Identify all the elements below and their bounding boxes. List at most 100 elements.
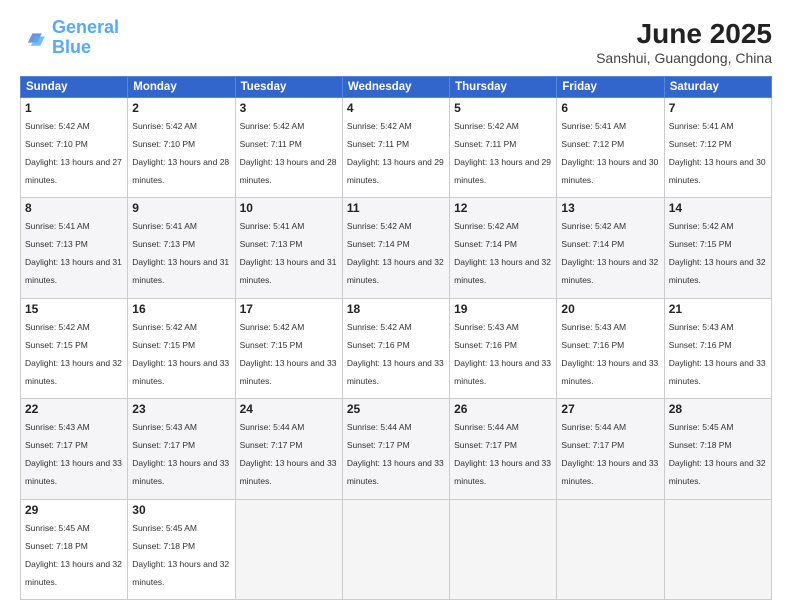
day-info: Sunrise: 5:41 AMSunset: 7:13 PMDaylight:…: [25, 221, 122, 285]
table-row: 28 Sunrise: 5:45 AMSunset: 7:18 PMDaylig…: [664, 399, 771, 499]
table-row: 11 Sunrise: 5:42 AMSunset: 7:14 PMDaylig…: [342, 198, 449, 298]
day-number: 23: [132, 402, 230, 416]
table-row: 7 Sunrise: 5:41 AMSunset: 7:12 PMDayligh…: [664, 98, 771, 198]
calendar-week-row: 22 Sunrise: 5:43 AMSunset: 7:17 PMDaylig…: [21, 399, 772, 499]
header: General Blue June 2025 Sanshui, Guangdon…: [20, 18, 772, 66]
day-info: Sunrise: 5:42 AMSunset: 7:15 PMDaylight:…: [669, 221, 766, 285]
table-row: 26 Sunrise: 5:44 AMSunset: 7:17 PMDaylig…: [450, 399, 557, 499]
table-row: 23 Sunrise: 5:43 AMSunset: 7:17 PMDaylig…: [128, 399, 235, 499]
day-number: 28: [669, 402, 767, 416]
month-title: June 2025: [596, 18, 772, 50]
day-number: 22: [25, 402, 123, 416]
logo-line1: General: [52, 17, 119, 37]
day-number: 18: [347, 302, 445, 316]
table-row: 20 Sunrise: 5:43 AMSunset: 7:16 PMDaylig…: [557, 298, 664, 398]
day-info: Sunrise: 5:42 AMSunset: 7:11 PMDaylight:…: [240, 121, 337, 185]
day-info: Sunrise: 5:42 AMSunset: 7:14 PMDaylight:…: [561, 221, 658, 285]
title-block: June 2025 Sanshui, Guangdong, China: [596, 18, 772, 66]
table-row: 8 Sunrise: 5:41 AMSunset: 7:13 PMDayligh…: [21, 198, 128, 298]
day-number: 25: [347, 402, 445, 416]
header-thursday: Thursday: [450, 77, 557, 98]
logo-text: General Blue: [52, 18, 119, 58]
day-info: Sunrise: 5:42 AMSunset: 7:15 PMDaylight:…: [132, 322, 229, 386]
table-row: 4 Sunrise: 5:42 AMSunset: 7:11 PMDayligh…: [342, 98, 449, 198]
table-row: 9 Sunrise: 5:41 AMSunset: 7:13 PMDayligh…: [128, 198, 235, 298]
day-info: Sunrise: 5:41 AMSunset: 7:13 PMDaylight:…: [132, 221, 229, 285]
day-info: Sunrise: 5:45 AMSunset: 7:18 PMDaylight:…: [669, 422, 766, 486]
table-row: 19 Sunrise: 5:43 AMSunset: 7:16 PMDaylig…: [450, 298, 557, 398]
table-row: 22 Sunrise: 5:43 AMSunset: 7:17 PMDaylig…: [21, 399, 128, 499]
day-info: Sunrise: 5:45 AMSunset: 7:18 PMDaylight:…: [25, 523, 122, 587]
day-number: 8: [25, 201, 123, 215]
day-info: Sunrise: 5:43 AMSunset: 7:16 PMDaylight:…: [454, 322, 551, 386]
table-row: 25 Sunrise: 5:44 AMSunset: 7:17 PMDaylig…: [342, 399, 449, 499]
location: Sanshui, Guangdong, China: [596, 50, 772, 66]
day-number: 14: [669, 201, 767, 215]
table-row: 5 Sunrise: 5:42 AMSunset: 7:11 PMDayligh…: [450, 98, 557, 198]
day-info: Sunrise: 5:44 AMSunset: 7:17 PMDaylight:…: [561, 422, 658, 486]
day-number: 5: [454, 101, 552, 115]
day-number: 21: [669, 302, 767, 316]
empty-cell: [557, 499, 664, 599]
calendar-week-row: 1 Sunrise: 5:42 AMSunset: 7:10 PMDayligh…: [21, 98, 772, 198]
day-number: 11: [347, 201, 445, 215]
header-friday: Friday: [557, 77, 664, 98]
day-info: Sunrise: 5:43 AMSunset: 7:17 PMDaylight:…: [132, 422, 229, 486]
table-row: 29 Sunrise: 5:45 AMSunset: 7:18 PMDaylig…: [21, 499, 128, 599]
day-info: Sunrise: 5:42 AMSunset: 7:10 PMDaylight:…: [25, 121, 122, 185]
weekday-header-row: Sunday Monday Tuesday Wednesday Thursday…: [21, 77, 772, 98]
day-info: Sunrise: 5:44 AMSunset: 7:17 PMDaylight:…: [454, 422, 551, 486]
day-info: Sunrise: 5:44 AMSunset: 7:17 PMDaylight:…: [347, 422, 444, 486]
logo: General Blue: [20, 18, 119, 58]
page: General Blue June 2025 Sanshui, Guangdon…: [0, 0, 792, 612]
table-row: 3 Sunrise: 5:42 AMSunset: 7:11 PMDayligh…: [235, 98, 342, 198]
table-row: 14 Sunrise: 5:42 AMSunset: 7:15 PMDaylig…: [664, 198, 771, 298]
day-number: 27: [561, 402, 659, 416]
table-row: 6 Sunrise: 5:41 AMSunset: 7:12 PMDayligh…: [557, 98, 664, 198]
header-tuesday: Tuesday: [235, 77, 342, 98]
logo-icon: [20, 24, 48, 52]
table-row: 17 Sunrise: 5:42 AMSunset: 7:15 PMDaylig…: [235, 298, 342, 398]
day-number: 4: [347, 101, 445, 115]
calendar-week-row: 8 Sunrise: 5:41 AMSunset: 7:13 PMDayligh…: [21, 198, 772, 298]
day-info: Sunrise: 5:42 AMSunset: 7:16 PMDaylight:…: [347, 322, 444, 386]
day-number: 30: [132, 503, 230, 517]
day-number: 3: [240, 101, 338, 115]
day-number: 7: [669, 101, 767, 115]
day-number: 13: [561, 201, 659, 215]
day-info: Sunrise: 5:43 AMSunset: 7:16 PMDaylight:…: [669, 322, 766, 386]
day-info: Sunrise: 5:41 AMSunset: 7:12 PMDaylight:…: [561, 121, 658, 185]
empty-cell: [450, 499, 557, 599]
header-sunday: Sunday: [21, 77, 128, 98]
day-info: Sunrise: 5:42 AMSunset: 7:11 PMDaylight:…: [347, 121, 444, 185]
header-wednesday: Wednesday: [342, 77, 449, 98]
day-number: 15: [25, 302, 123, 316]
day-info: Sunrise: 5:45 AMSunset: 7:18 PMDaylight:…: [132, 523, 229, 587]
table-row: 18 Sunrise: 5:42 AMSunset: 7:16 PMDaylig…: [342, 298, 449, 398]
table-row: 16 Sunrise: 5:42 AMSunset: 7:15 PMDaylig…: [128, 298, 235, 398]
day-number: 12: [454, 201, 552, 215]
table-row: 21 Sunrise: 5:43 AMSunset: 7:16 PMDaylig…: [664, 298, 771, 398]
table-row: 27 Sunrise: 5:44 AMSunset: 7:17 PMDaylig…: [557, 399, 664, 499]
day-number: 20: [561, 302, 659, 316]
table-row: 24 Sunrise: 5:44 AMSunset: 7:17 PMDaylig…: [235, 399, 342, 499]
day-number: 29: [25, 503, 123, 517]
header-saturday: Saturday: [664, 77, 771, 98]
day-info: Sunrise: 5:43 AMSunset: 7:16 PMDaylight:…: [561, 322, 658, 386]
day-info: Sunrise: 5:42 AMSunset: 7:11 PMDaylight:…: [454, 121, 551, 185]
table-row: 13 Sunrise: 5:42 AMSunset: 7:14 PMDaylig…: [557, 198, 664, 298]
day-number: 6: [561, 101, 659, 115]
header-monday: Monday: [128, 77, 235, 98]
day-number: 17: [240, 302, 338, 316]
day-number: 16: [132, 302, 230, 316]
day-info: Sunrise: 5:42 AMSunset: 7:14 PMDaylight:…: [454, 221, 551, 285]
day-info: Sunrise: 5:42 AMSunset: 7:10 PMDaylight:…: [132, 121, 229, 185]
logo-line2: Blue: [52, 37, 91, 57]
empty-cell: [235, 499, 342, 599]
day-number: 1: [25, 101, 123, 115]
day-info: Sunrise: 5:42 AMSunset: 7:14 PMDaylight:…: [347, 221, 444, 285]
calendar-week-row: 15 Sunrise: 5:42 AMSunset: 7:15 PMDaylig…: [21, 298, 772, 398]
day-number: 9: [132, 201, 230, 215]
day-number: 10: [240, 201, 338, 215]
empty-cell: [342, 499, 449, 599]
